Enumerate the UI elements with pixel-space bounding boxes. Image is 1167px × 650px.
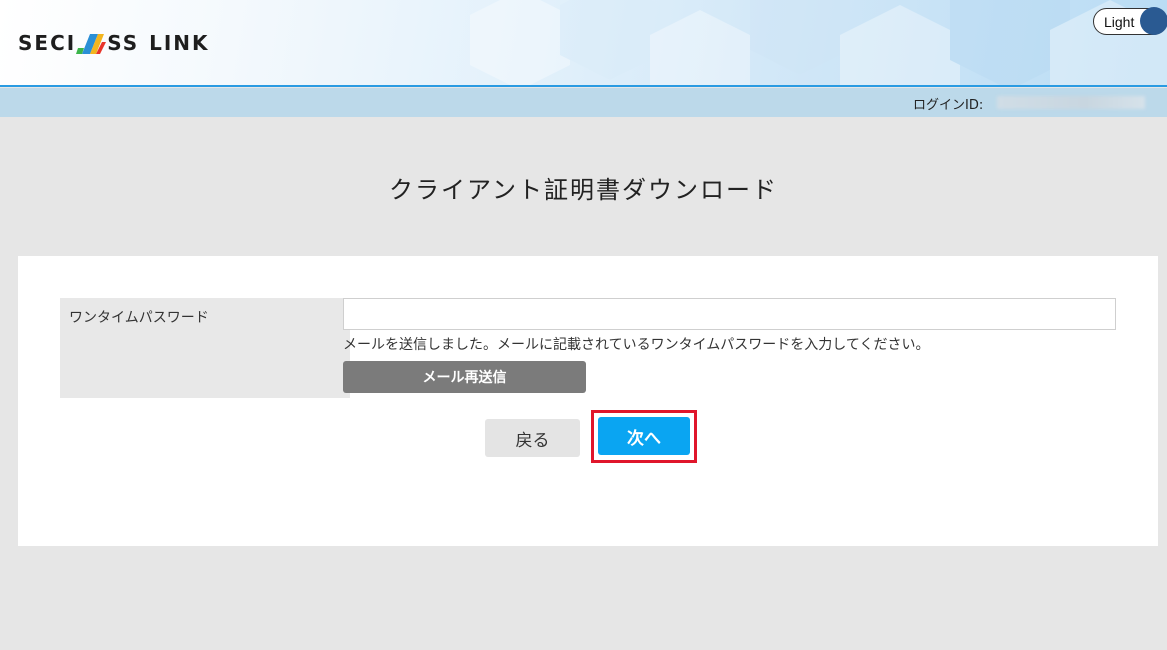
otp-input[interactable]	[343, 298, 1116, 330]
otp-label-cell: ワンタイムパスワード	[60, 298, 350, 398]
resend-email-button[interactable]: メール再送信	[343, 361, 586, 393]
otp-hint-text: メールを送信しました。メールに記載されているワンタイムパスワードを入力してくださ…	[343, 337, 930, 353]
theme-toggle[interactable]: Light	[1093, 7, 1167, 35]
login-id-value-redacted	[997, 96, 1145, 109]
next-button[interactable]: 次へ	[598, 417, 690, 455]
brand-mark-icon	[76, 34, 107, 54]
form-card: ワンタイムパスワード メールを送信しました。メールに記載されているワンタイムパス…	[18, 256, 1158, 546]
header-divider	[0, 85, 1167, 87]
login-bar: ログインID:	[0, 88, 1167, 117]
brand-text-left: SECI	[18, 31, 77, 55]
brand-text-right: SS	[107, 31, 140, 55]
otp-label: ワンタイムパスワード	[69, 310, 209, 326]
toggle-knob-icon	[1140, 7, 1167, 35]
brand-text-link: LINK	[149, 31, 210, 55]
brand-logo[interactable]: SECI SS LINK	[18, 30, 210, 56]
theme-toggle-label: Light	[1104, 13, 1135, 30]
page-title: クライアント証明書ダウンロード	[388, 176, 779, 204]
back-button[interactable]: 戻る	[485, 419, 580, 457]
app-header: SECI SS LINK Light	[0, 0, 1167, 87]
login-id-label: ログインID:	[913, 98, 984, 113]
